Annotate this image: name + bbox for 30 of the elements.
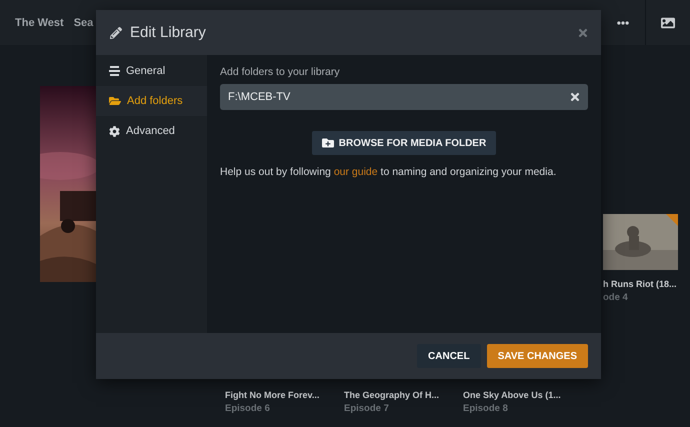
folder-plus-icon	[322, 137, 334, 149]
nav-item[interactable]: The West	[15, 16, 64, 28]
dialog-title: Edit Library	[130, 24, 206, 41]
folder-icon	[109, 95, 121, 107]
gear-icon	[109, 126, 120, 136]
episode-number: Episode 7	[344, 403, 390, 414]
sidebar-label: General	[126, 65, 166, 77]
sidebar-item[interactable]: Advanced	[96, 116, 207, 146]
episode-number: Episode 8	[463, 403, 509, 414]
sidebar-label: Advanced	[126, 125, 175, 137]
folder-path-field[interactable]: F:\MCEB-TV	[220, 84, 588, 110]
episode-title: Fight No More Forev...	[225, 390, 320, 400]
sidebar-item[interactable]: General	[96, 56, 207, 86]
guide-link[interactable]: our guide	[334, 166, 378, 178]
close-icon[interactable]	[577, 26, 589, 38]
pencil-icon	[110, 26, 122, 38]
sidebar-item[interactable]: Add folders	[96, 86, 207, 116]
episode-title: h Runs Riot (18...	[603, 279, 678, 289]
browse-button[interactable]: BROWSE FOR MEDIA FOLDER	[312, 131, 496, 155]
cancel-button[interactable]: CANCEL	[417, 344, 481, 368]
episode-number: Episode 6	[225, 403, 271, 414]
episode-title: The Geography Of H...	[344, 390, 440, 400]
clear-icon[interactable]	[569, 91, 581, 103]
sidebar-label: Add folders	[127, 95, 183, 107]
nav-item[interactable]: Sea	[74, 16, 94, 28]
episode-title: One Sky Above Us (1...	[463, 390, 562, 400]
field-label: Add folders to your library	[220, 66, 341, 78]
help-text: Help us out by following our guide to naming and organizing your media.	[220, 166, 558, 178]
episode-number: ode 4	[603, 292, 629, 303]
layers-icon	[109, 66, 120, 76]
